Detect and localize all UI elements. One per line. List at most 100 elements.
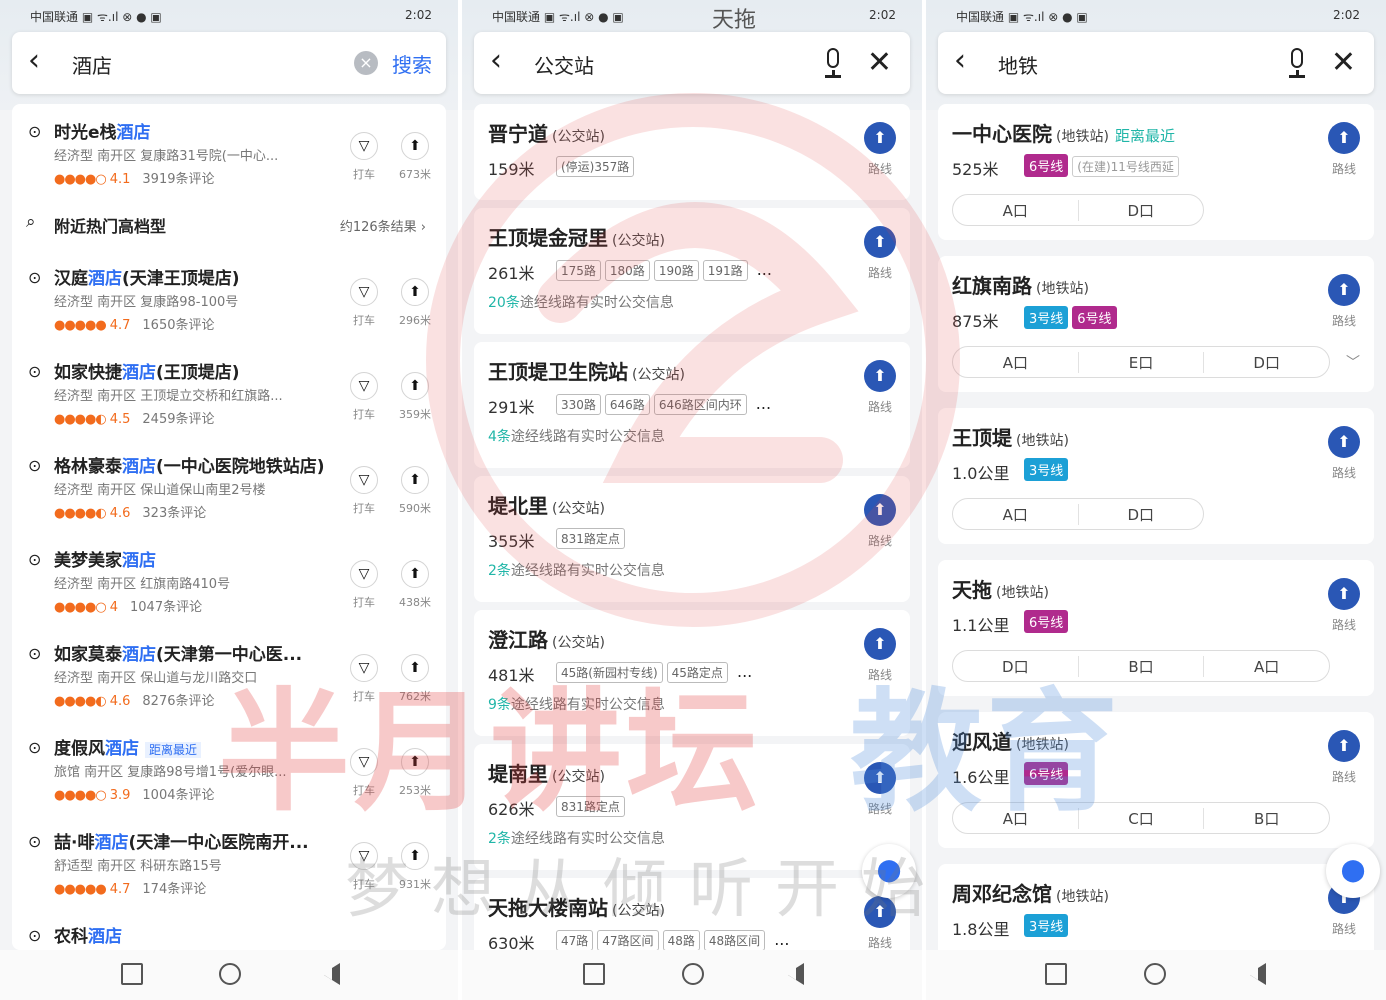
search-query[interactable]: 公交站	[534, 50, 594, 79]
taxi-button[interactable]: ▽ 打车	[348, 654, 380, 704]
route-arrow-icon: ⬆	[401, 654, 429, 682]
home-icon[interactable]	[1144, 963, 1166, 985]
search-query[interactable]: 酒店	[72, 50, 112, 79]
station-exit[interactable]: D口	[1204, 352, 1329, 373]
hotel-name[interactable]: 美梦美家酒店	[54, 546, 156, 571]
route-button[interactable]: ⬆ 路线	[862, 896, 898, 951]
station-exit[interactable]: A口	[953, 503, 1079, 525]
taxi-button[interactable]: ▽ 打车	[348, 132, 380, 182]
station-exit[interactable]: D口	[1079, 504, 1204, 525]
back-nav-icon[interactable]	[782, 963, 804, 985]
home-icon[interactable]	[219, 963, 241, 985]
route-button[interactable]: ⬆ 359米	[398, 372, 432, 422]
back-icon[interactable]: ‹	[28, 46, 58, 80]
bus-stop-card[interactable]: 澄江路 (公交站) 481米 45路(新园村专线) 45路定点 ... 9条途经线路有实时…	[474, 610, 910, 736]
search-button[interactable]: 搜索	[392, 49, 432, 78]
station-exit[interactable]: A口	[953, 807, 1079, 829]
station-exit[interactable]: A口	[1204, 656, 1329, 677]
taxi-button[interactable]: ▽ 打车	[348, 372, 380, 422]
back-nav-icon[interactable]	[1244, 963, 1266, 985]
bus-stop-card[interactable]: 晋宁道 (公交站) 159米 (停运)357路 ⬆ 路线	[474, 104, 910, 200]
taxi-button[interactable]: ▽ 打车	[348, 278, 380, 328]
search-bar[interactable]: ‹ 地铁 ✕	[938, 32, 1374, 94]
station-exit[interactable]: D口	[953, 655, 1079, 677]
hot-filter-row[interactable]: ⌕ 附近热门高档型 约126条结果 ›	[12, 198, 446, 250]
station-exit[interactable]: A口	[953, 351, 1079, 373]
taxi-button[interactable]: ▽ 打车	[348, 560, 380, 610]
back-icon[interactable]: ‹	[490, 46, 520, 80]
route-button[interactable]: ⬆ 路线	[862, 360, 898, 415]
search-bar[interactable]: ‹ 酒店 × 搜索	[12, 32, 446, 94]
subway-station-card[interactable]: 一中心医院 (地铁站) 距离最近 525米 6号线 (在建)11号线西延 A口 D口 ⬆ 路线	[938, 104, 1374, 240]
station-exit[interactable]: E口	[1079, 351, 1205, 373]
route-button[interactable]: ⬆ 路线	[862, 226, 898, 281]
search-bar[interactable]: ‹ 公交站 ✕	[474, 32, 910, 94]
hotel-name[interactable]: 农科酒店	[54, 922, 122, 947]
route-button[interactable]: ⬆ 931米	[398, 842, 432, 892]
station-exit[interactable]: A口	[953, 199, 1079, 221]
hotel-list-item[interactable]: ⊙ 汉庭酒店(天津王顶堤店) 经济型 南开区 复康路98-100号 ●●●●● 4.7 1…	[12, 250, 446, 344]
hotel-list-item[interactable]: ⊙ 喆·啡酒店(天津一中心医院南开... 舒适型 南开区 科研东路15号 ●●●●● 4…	[12, 814, 446, 908]
route-button[interactable]: ⬆ 路线	[862, 628, 898, 683]
station-exit[interactable]: C口	[1079, 807, 1205, 829]
chevron-down-icon[interactable]: ﹀	[1346, 352, 1360, 372]
route-button[interactable]: ⬆ 673米	[398, 132, 432, 182]
bus-stop-card[interactable]: 王顶堤卫生院站 (公交站) 291米 330路 646路 646路区间内环 ... 4条途经…	[474, 342, 910, 468]
recent-apps-icon[interactable]	[1045, 963, 1067, 985]
hotel-name[interactable]: 如家莫泰酒店(天津第一中心医...	[54, 640, 302, 665]
location-pin-icon[interactable]: ⬤	[862, 844, 916, 898]
microphone-icon[interactable]	[1284, 46, 1310, 80]
hotel-name[interactable]: 汉庭酒店(天津王顶堤店)	[54, 264, 240, 289]
hotel-list-item[interactable]: ⊙ 度假风酒店 距离最近 旅馆 南开区 复康路98号增1号(爱尔眼... ●●●●○ 3.…	[12, 720, 446, 814]
route-button[interactable]: ⬆ 路线	[862, 762, 898, 817]
route-button[interactable]: ⬆ 路线	[1326, 426, 1362, 481]
hotel-name[interactable]: 如家快捷酒店(王顶堤店)	[54, 358, 240, 383]
subway-station-card[interactable]: 迎风道 (地铁站) 1.6公里 6号线 A口 C口 B口 ⬆ 路线	[938, 712, 1374, 848]
back-icon[interactable]: ‹	[954, 46, 984, 80]
hotel-name[interactable]: 时光e栈酒店	[54, 118, 151, 143]
taxi-button[interactable]: ▽ 打车	[348, 842, 380, 892]
more-results-link[interactable]: 约126条结果 ›	[340, 216, 426, 235]
bus-stop-card[interactable]: 堤北里 (公交站) 355米 831路定点 2条途经线路有实时公交信息 ⬆ 路线	[474, 476, 910, 602]
back-nav-icon[interactable]	[318, 963, 340, 985]
location-pin-icon[interactable]: ⬤	[1326, 844, 1380, 898]
route-button[interactable]: ⬆ 路线	[862, 122, 898, 177]
route-button[interactable]: ⬆ 762米	[398, 654, 432, 704]
hotel-list-item[interactable]: ⊙ 时光e栈酒店 经济型 南开区 复康路31号院(一中心... ●●●●○ 4.1 391…	[12, 104, 446, 198]
bus-stop-card[interactable]: 堤南里 (公交站) 626米 831路定点 2条途经线路有实时公交信息 ⬆ 路线	[474, 744, 910, 870]
subway-station-card[interactable]: 周邓纪念馆 (地铁站) 1.8公里 3号线 ⬆ 路线	[938, 864, 1374, 964]
hotel-name[interactable]: 喆·啡酒店(天津一中心医院南开...	[54, 828, 309, 853]
close-icon[interactable]: ✕	[1331, 45, 1356, 80]
route-button[interactable]: ⬆ 590米	[398, 466, 432, 516]
hotel-list-item[interactable]: ⊙ 如家莫泰酒店(天津第一中心医... 经济型 南开区 保山道与龙川路交口 ●●●●◐…	[12, 626, 446, 720]
hotel-list-item[interactable]: ⊙ 格林豪泰酒店(一中心医院地铁站店) 经济型 南开区 保山道保山南里2号楼 ●●●●…	[12, 438, 446, 532]
close-icon[interactable]: ✕	[867, 45, 892, 80]
route-button[interactable]: ⬆ 路线	[1326, 730, 1362, 785]
home-icon[interactable]	[682, 963, 704, 985]
route-button[interactable]: ⬆ 路线	[1326, 274, 1362, 329]
taxi-button[interactable]: ▽ 打车	[348, 748, 380, 798]
recent-apps-icon[interactable]	[121, 963, 143, 985]
hotel-list-item[interactable]: ⊙ 美梦美家酒店 经济型 南开区 红旗南路410号 ●●●●○ 4 1047条评论 ▽ 打车 ⬆…	[12, 532, 446, 626]
route-button[interactable]: ⬆ 438米	[398, 560, 432, 610]
hotel-name[interactable]: 格林豪泰酒店(一中心医院地铁站店)	[54, 452, 325, 477]
route-button[interactable]: ⬆ 路线	[862, 494, 898, 549]
station-exit[interactable]: D口	[1079, 200, 1204, 221]
route-button[interactable]: ⬆ 296米	[398, 278, 432, 328]
route-button[interactable]: ⬆ 路线	[1326, 122, 1362, 177]
station-exit[interactable]: B口	[1204, 808, 1329, 829]
subway-station-card[interactable]: 天拖 (地铁站) 1.1公里 6号线 D口 B口 A口 ⬆ 路线	[938, 560, 1374, 696]
microphone-icon[interactable]	[820, 46, 846, 80]
hotel-name[interactable]: 度假风酒店 距离最近	[54, 734, 202, 759]
clear-icon[interactable]: ×	[354, 51, 378, 75]
hotel-list-item[interactable]: ⊙ 如家快捷酒店(王顶堤店) 经济型 南开区 王顶堤立交桥和红旗路... ●●●●◐ 4…	[12, 344, 446, 438]
subway-station-card[interactable]: 红旗南路 (地铁站) 875米 3号线 6号线 A口 E口 D口 ﹀ ⬆ 路线	[938, 256, 1374, 392]
search-query[interactable]: 地铁	[998, 50, 1038, 79]
subway-station-card[interactable]: 王顶堤 (地铁站) 1.0公里 3号线 A口 D口 ⬆ 路线	[938, 408, 1374, 544]
recent-apps-icon[interactable]	[583, 963, 605, 985]
taxi-button[interactable]: ▽ 打车	[348, 466, 380, 516]
route-button[interactable]: ⬆ 路线	[1326, 578, 1362, 633]
bus-stop-card[interactable]: 王顶堤金冠里 (公交站) 261米 175路 180路 190路 191路 ... 20条途经…	[474, 208, 910, 334]
station-exit[interactable]: B口	[1079, 655, 1205, 677]
route-button[interactable]: ⬆ 253米	[398, 748, 432, 798]
